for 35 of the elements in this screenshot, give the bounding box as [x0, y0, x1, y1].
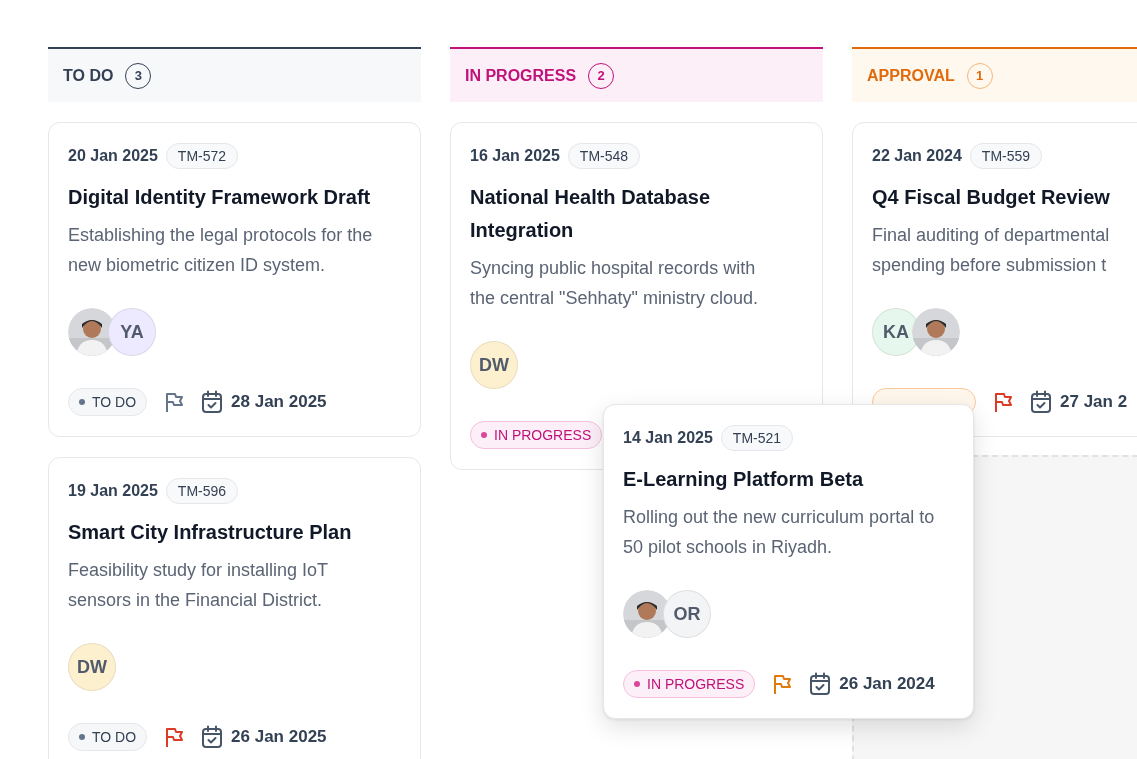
task-description: Establishing the legal protocols for the new biometric citizen ID system.	[68, 224, 374, 277]
task-description: Syncing public hospital records with the central "Sehhaty" ministry cloud.	[470, 257, 759, 310]
task-description: Final auditing of departmental spending before submission t	[872, 224, 1111, 277]
task-description: Rolling out the new curriculum portal to 50 pilot schools in Riyadh.	[623, 506, 935, 559]
task-title: Smart City Infrastructure Plan	[68, 520, 353, 545]
status-tag: TO DO	[68, 388, 148, 416]
created-date: 14 Jan 2025	[623, 429, 713, 447]
status-tag: TO DO	[68, 723, 148, 751]
due-date: 28 Jan 2025	[231, 392, 327, 412]
task-title: Digital Identity Framework Draft	[68, 185, 372, 210]
task-id: TM-572	[165, 143, 239, 169]
column-title: IN PROGRESS	[465, 66, 577, 85]
column-title: TO DO	[63, 66, 114, 85]
task-id: TM-596	[165, 478, 239, 504]
task-title: National Health Database Integration	[470, 185, 712, 243]
due-date: 26 Jan 2025	[231, 727, 327, 747]
status-tag: IN PROGRESS	[470, 421, 603, 449]
column-title: APPROVAL	[867, 66, 955, 85]
avatar: DW	[68, 643, 116, 691]
status-tag: IN PROGRESS	[623, 670, 756, 698]
task-id: TM-521	[720, 425, 794, 451]
task-description: Feasibility study for installing IoT sensors in the Financial District.	[68, 559, 329, 612]
avatar: OR	[663, 590, 711, 638]
due-date: 26 Jan 2024	[839, 674, 935, 694]
created-date: 22 Jan 2024	[872, 147, 962, 165]
avatar: DW	[470, 341, 518, 389]
created-date: 16 Jan 2025	[470, 147, 560, 165]
avatar: YA	[108, 308, 156, 356]
task-title: Q4 Fiscal Budget Review	[872, 185, 1111, 210]
created-date: 19 Jan 2025	[68, 482, 158, 500]
task-id: TM-559	[969, 143, 1043, 169]
created-date: 20 Jan 2025	[68, 147, 158, 165]
task-id: TM-548	[567, 143, 641, 169]
due-date: 27 Jan 2	[1060, 392, 1128, 412]
task-title: E-Learning Platform Beta	[623, 467, 865, 492]
